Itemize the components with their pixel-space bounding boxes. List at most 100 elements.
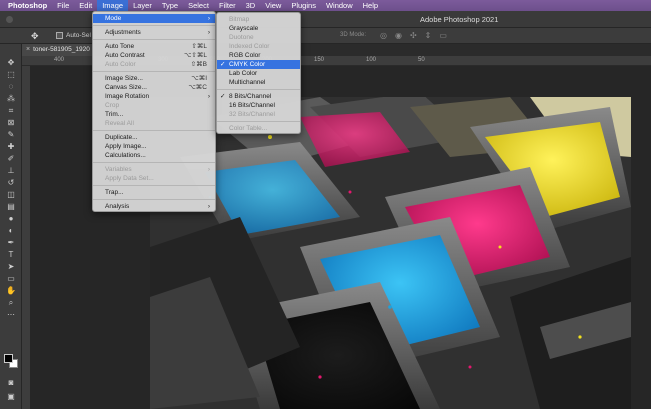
menu-3d[interactable]: 3D [241, 0, 261, 11]
auto-select-option[interactable]: Auto-Sel [56, 32, 91, 39]
history-brush-icon[interactable]: ↺ [5, 178, 17, 188]
menu-item-image-size[interactable]: Image Size... ⌥⌘I [93, 74, 215, 83]
brush-icon[interactable]: ✐ [5, 154, 17, 164]
menu-item-label: Duplicate... [105, 134, 138, 141]
move-icon[interactable]: ✥ [5, 58, 17, 68]
menu-edit[interactable]: Edit [74, 0, 97, 11]
dodge-icon[interactable]: ◐ [5, 226, 17, 236]
marquee-icon[interactable]: ⬚ [5, 70, 17, 80]
menu-photoshop[interactable]: Photoshop [0, 0, 52, 11]
menu-window[interactable]: Window [321, 0, 358, 11]
menu-help[interactable]: Help [358, 0, 383, 11]
menu-item-label: CMYK Color [229, 61, 266, 68]
menu-item-trap[interactable]: Trap... [93, 188, 215, 197]
menu-item-lab-color[interactable]: Lab Color [217, 69, 300, 78]
menu-item-canvas-size[interactable]: Canvas Size... ⌥⌘C [93, 83, 215, 92]
gradient-icon[interactable]: ▤ [5, 202, 17, 212]
move-tool-icon[interactable]: ✥ [31, 31, 41, 41]
menu-item-duotone: Duotone [217, 33, 300, 42]
menu-layer[interactable]: Layer [128, 0, 157, 11]
menu-image[interactable]: Image [97, 0, 129, 11]
rectangle-icon[interactable]: ▭ [5, 274, 17, 284]
menu-item-rgb-color[interactable]: RGB Color [217, 51, 300, 60]
menu-item-label: RGB Color [229, 52, 261, 59]
menu-file[interactable]: File [52, 0, 74, 11]
eraser-icon[interactable]: ◫ [5, 190, 17, 200]
menu-item-bitmap: Bitmap [217, 15, 300, 24]
menu-item-calculations[interactable]: Calculations... [93, 151, 215, 160]
checkmark-icon: ✓ [220, 61, 226, 68]
menu-filter[interactable]: Filter [214, 0, 241, 11]
magic-wand-icon[interactable]: ⁂ [5, 94, 17, 104]
document-tab-label: toner-581905_1920 [33, 46, 90, 53]
menu-item-apply-image[interactable]: Apply Image... [93, 142, 215, 151]
menu-item-8-bits-channel[interactable]: ✓ 8 Bits/Channel [217, 92, 300, 101]
roll-icon[interactable]: ◉ [395, 31, 402, 40]
ruler-tick-label: 400 [54, 57, 65, 63]
screen-mode-icon[interactable]: ▣ [5, 392, 17, 402]
menu-separator [217, 89, 300, 90]
menu-item-label: Color Table... [229, 125, 268, 132]
menu-separator [93, 25, 215, 26]
menu-item-mode[interactable]: Mode › [93, 14, 215, 23]
menu-type[interactable]: Type [157, 0, 183, 11]
submenu-arrow-icon: › [207, 29, 210, 36]
menu-plugins[interactable]: Plugins [286, 0, 321, 11]
frame-icon[interactable]: ⊠ [5, 118, 17, 128]
menu-item-grayscale[interactable]: Grayscale [217, 24, 300, 33]
menu-item-adjustments[interactable]: Adjustments › [93, 28, 215, 37]
eyedropper-icon[interactable]: ✎ [5, 130, 17, 140]
menu-view[interactable]: View [260, 0, 286, 11]
pan-icon[interactable]: ✣ [410, 31, 417, 40]
menu-separator [217, 121, 300, 122]
menu-separator [93, 199, 215, 200]
path-selection-icon[interactable]: ➤ [5, 262, 17, 272]
menu-item-color-table: Color Table... [217, 124, 300, 133]
document-tab[interactable]: × toner-581905_1920 [22, 44, 92, 56]
auto-select-checkbox[interactable] [56, 32, 63, 39]
type-icon[interactable]: T [5, 250, 17, 260]
shortcut-label: ⇧⌘L [191, 43, 207, 50]
menu-item-multichannel[interactable]: Multichannel [217, 78, 300, 87]
menu-item-trim[interactable]: Trim... [93, 110, 215, 119]
menu-item-label: Lab Color [229, 70, 258, 77]
menu-select[interactable]: Select [183, 0, 214, 11]
menu-item-analysis[interactable]: Analysis › [93, 202, 215, 211]
quick-mask-icon[interactable]: ◙ [5, 378, 17, 388]
hand-icon[interactable]: ✋ [5, 286, 17, 296]
mode-3d-label: 3D Mode: [340, 32, 367, 38]
crop-icon[interactable]: ⌗ [5, 106, 17, 116]
submenu-arrow-icon: › [207, 166, 210, 173]
menu-item-auto-contrast[interactable]: Auto Contrast ⌥⇧⌘L [93, 51, 215, 60]
menubar: Photoshop File Edit Image Layer Type Select Fil… [0, 0, 651, 11]
orbit-icon[interactable]: ◎ [380, 31, 387, 40]
toner-cartridges-image [150, 97, 631, 409]
zoom-icon[interactable]: ⌕ [5, 298, 17, 308]
mode-submenu: Bitmap Grayscale Duotone Indexed Color RGB C… [216, 12, 301, 134]
3d-tools: ◎ ◉ ✣ ⇕ ▭ [380, 31, 447, 40]
close-tab-icon[interactable]: × [26, 46, 30, 53]
healing-icon[interactable]: ✚ [5, 142, 17, 152]
menu-item-image-rotation[interactable]: Image Rotation › [93, 92, 215, 101]
shortcut-label: ⌥⌘C [188, 84, 207, 91]
menu-item-label: Image Size... [105, 75, 143, 82]
toner-photo [150, 97, 631, 409]
window-control-icon[interactable] [6, 16, 13, 23]
menu-item-16-bits-channel[interactable]: 16 Bits/Channel [217, 101, 300, 110]
menu-item-label: Grayscale [229, 25, 259, 32]
scale-icon[interactable]: ▭ [439, 31, 447, 40]
slide-icon[interactable]: ⇕ [425, 31, 432, 40]
more-tools-icon[interactable]: ⋯ [5, 310, 17, 320]
lasso-icon[interactable]: ◌ [5, 82, 17, 92]
menu-item-auto-tone[interactable]: Auto Tone ⇧⌘L [93, 42, 215, 51]
menu-item-duplicate[interactable]: Duplicate... [93, 133, 215, 142]
menu-item-cmyk-color[interactable]: ✓ CMYK Color [217, 60, 300, 69]
stamp-icon[interactable]: ⊥ [5, 166, 17, 176]
blur-icon[interactable]: ● [5, 214, 17, 224]
ruler-tick-label: 100 [366, 57, 377, 63]
menu-item-label: Calculations... [105, 152, 146, 159]
pen-icon[interactable]: ✒ [5, 238, 17, 248]
foreground-color-swatch[interactable] [4, 354, 13, 363]
shortcut-label: ⌥⇧⌘L [183, 52, 207, 59]
menu-separator [93, 71, 215, 72]
